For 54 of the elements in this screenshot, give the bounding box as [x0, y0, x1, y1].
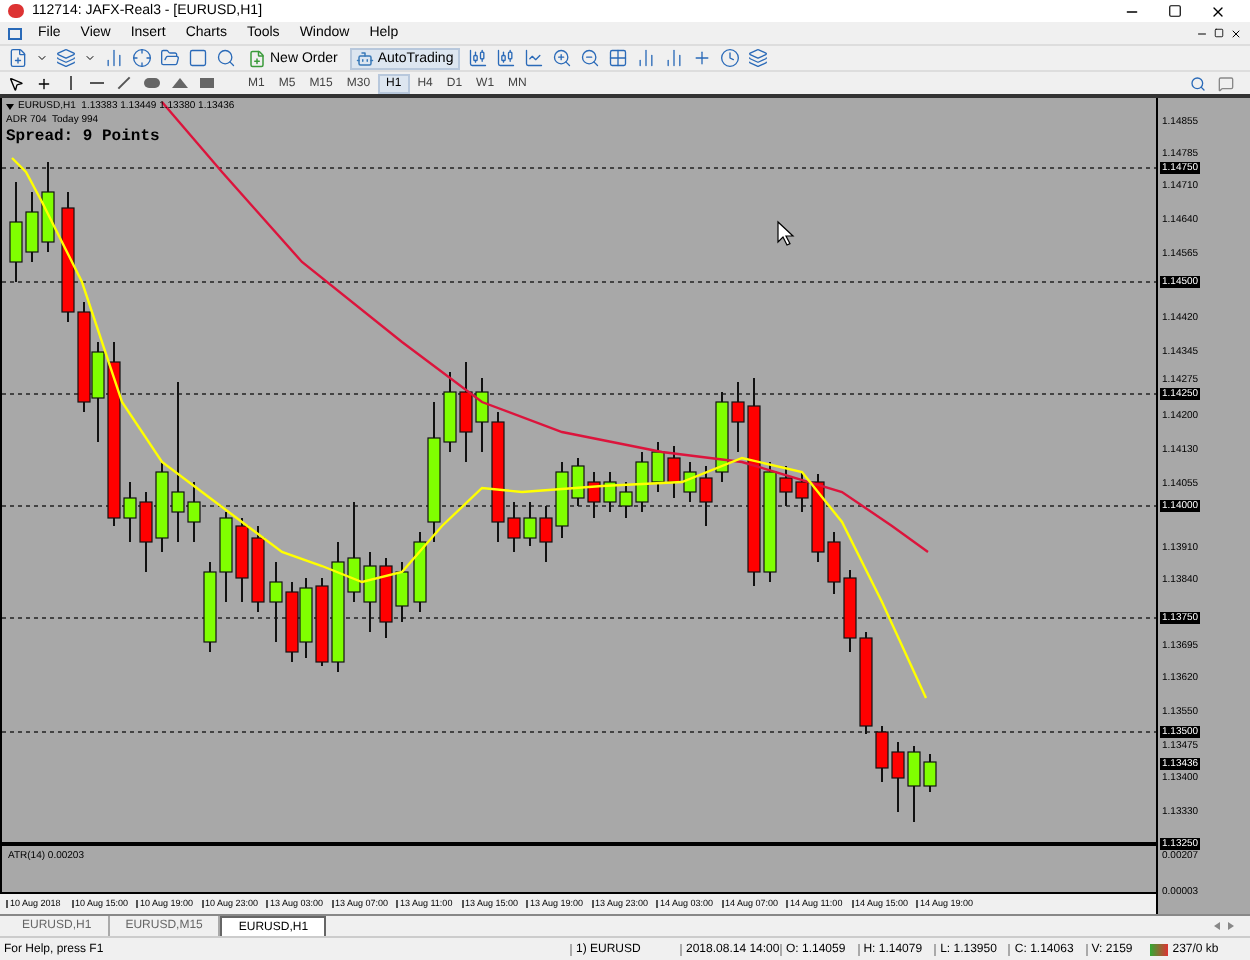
bullish-candle: [299, 577, 313, 659]
bullish-candle: [395, 561, 409, 623]
line-chart-icon[interactable]: [523, 48, 544, 68]
zoom-in-icon[interactable]: [551, 48, 572, 68]
app-logo-icon: [8, 4, 24, 18]
bullish-candle: [715, 391, 729, 483]
collapse-triangle-icon[interactable]: [6, 104, 14, 110]
connection-bars-icon: [1150, 943, 1169, 955]
caret-icon[interactable]: [36, 52, 48, 64]
scroll-right-icon[interactable]: [1228, 922, 1234, 930]
bullish-candle: [475, 377, 489, 453]
caret-icon[interactable]: [84, 52, 96, 64]
indicators-icon[interactable]: [691, 48, 712, 68]
crosshair-icon[interactable]: [132, 48, 152, 68]
menu-icon[interactable]: [8, 27, 22, 39]
bullish-candle: [269, 561, 283, 643]
profiles-icon[interactable]: [56, 48, 76, 68]
candlestick-icon[interactable]: [495, 48, 516, 68]
bullish-candle: [523, 501, 537, 547]
bullish-candle: [123, 481, 137, 543]
search-icon[interactable]: [216, 48, 236, 68]
bearish-candle: [285, 581, 299, 663]
restore-icon[interactable]: [1168, 4, 1182, 18]
spread-label: Spread: 9 Points: [6, 128, 160, 146]
close-icon[interactable]: [1210, 3, 1226, 19]
trendline-icon[interactable]: [117, 76, 131, 90]
mouse-cursor-icon: [777, 220, 795, 246]
window-icon[interactable]: [188, 48, 208, 68]
tile-windows-icon[interactable]: [607, 48, 628, 68]
zoom-out-icon[interactable]: [579, 48, 600, 68]
crosshair-tool-icon[interactable]: [36, 75, 52, 91]
search-icon[interactable]: [1190, 75, 1206, 91]
bearish-candle: [667, 445, 681, 499]
bullish-candle: [91, 341, 105, 443]
document-plus-icon: [248, 49, 266, 67]
folder-icon[interactable]: [160, 48, 180, 68]
restore-icon[interactable]: [1214, 27, 1224, 37]
bearish-candle: [587, 471, 601, 519]
bearish-candle: [459, 361, 473, 463]
scroll-left-icon[interactable]: [1214, 922, 1220, 930]
periods-icon[interactable]: [719, 48, 740, 68]
robot-icon: [355, 49, 374, 67]
chat-icon[interactable]: [1218, 75, 1234, 91]
bearish-candle: [139, 491, 153, 573]
new-chart-icon[interactable]: [8, 48, 28, 68]
bullish-candle: [763, 461, 777, 583]
bearish-candle: [699, 465, 713, 527]
bullish-candle: [683, 461, 697, 503]
bearish-candle: [315, 577, 329, 667]
bearish-candle: [539, 505, 553, 563]
close-icon[interactable]: [1230, 27, 1242, 39]
chart-icon[interactable]: [104, 48, 124, 68]
cursor-tool-icon[interactable]: [8, 75, 24, 91]
bearish-candle: [379, 557, 393, 639]
